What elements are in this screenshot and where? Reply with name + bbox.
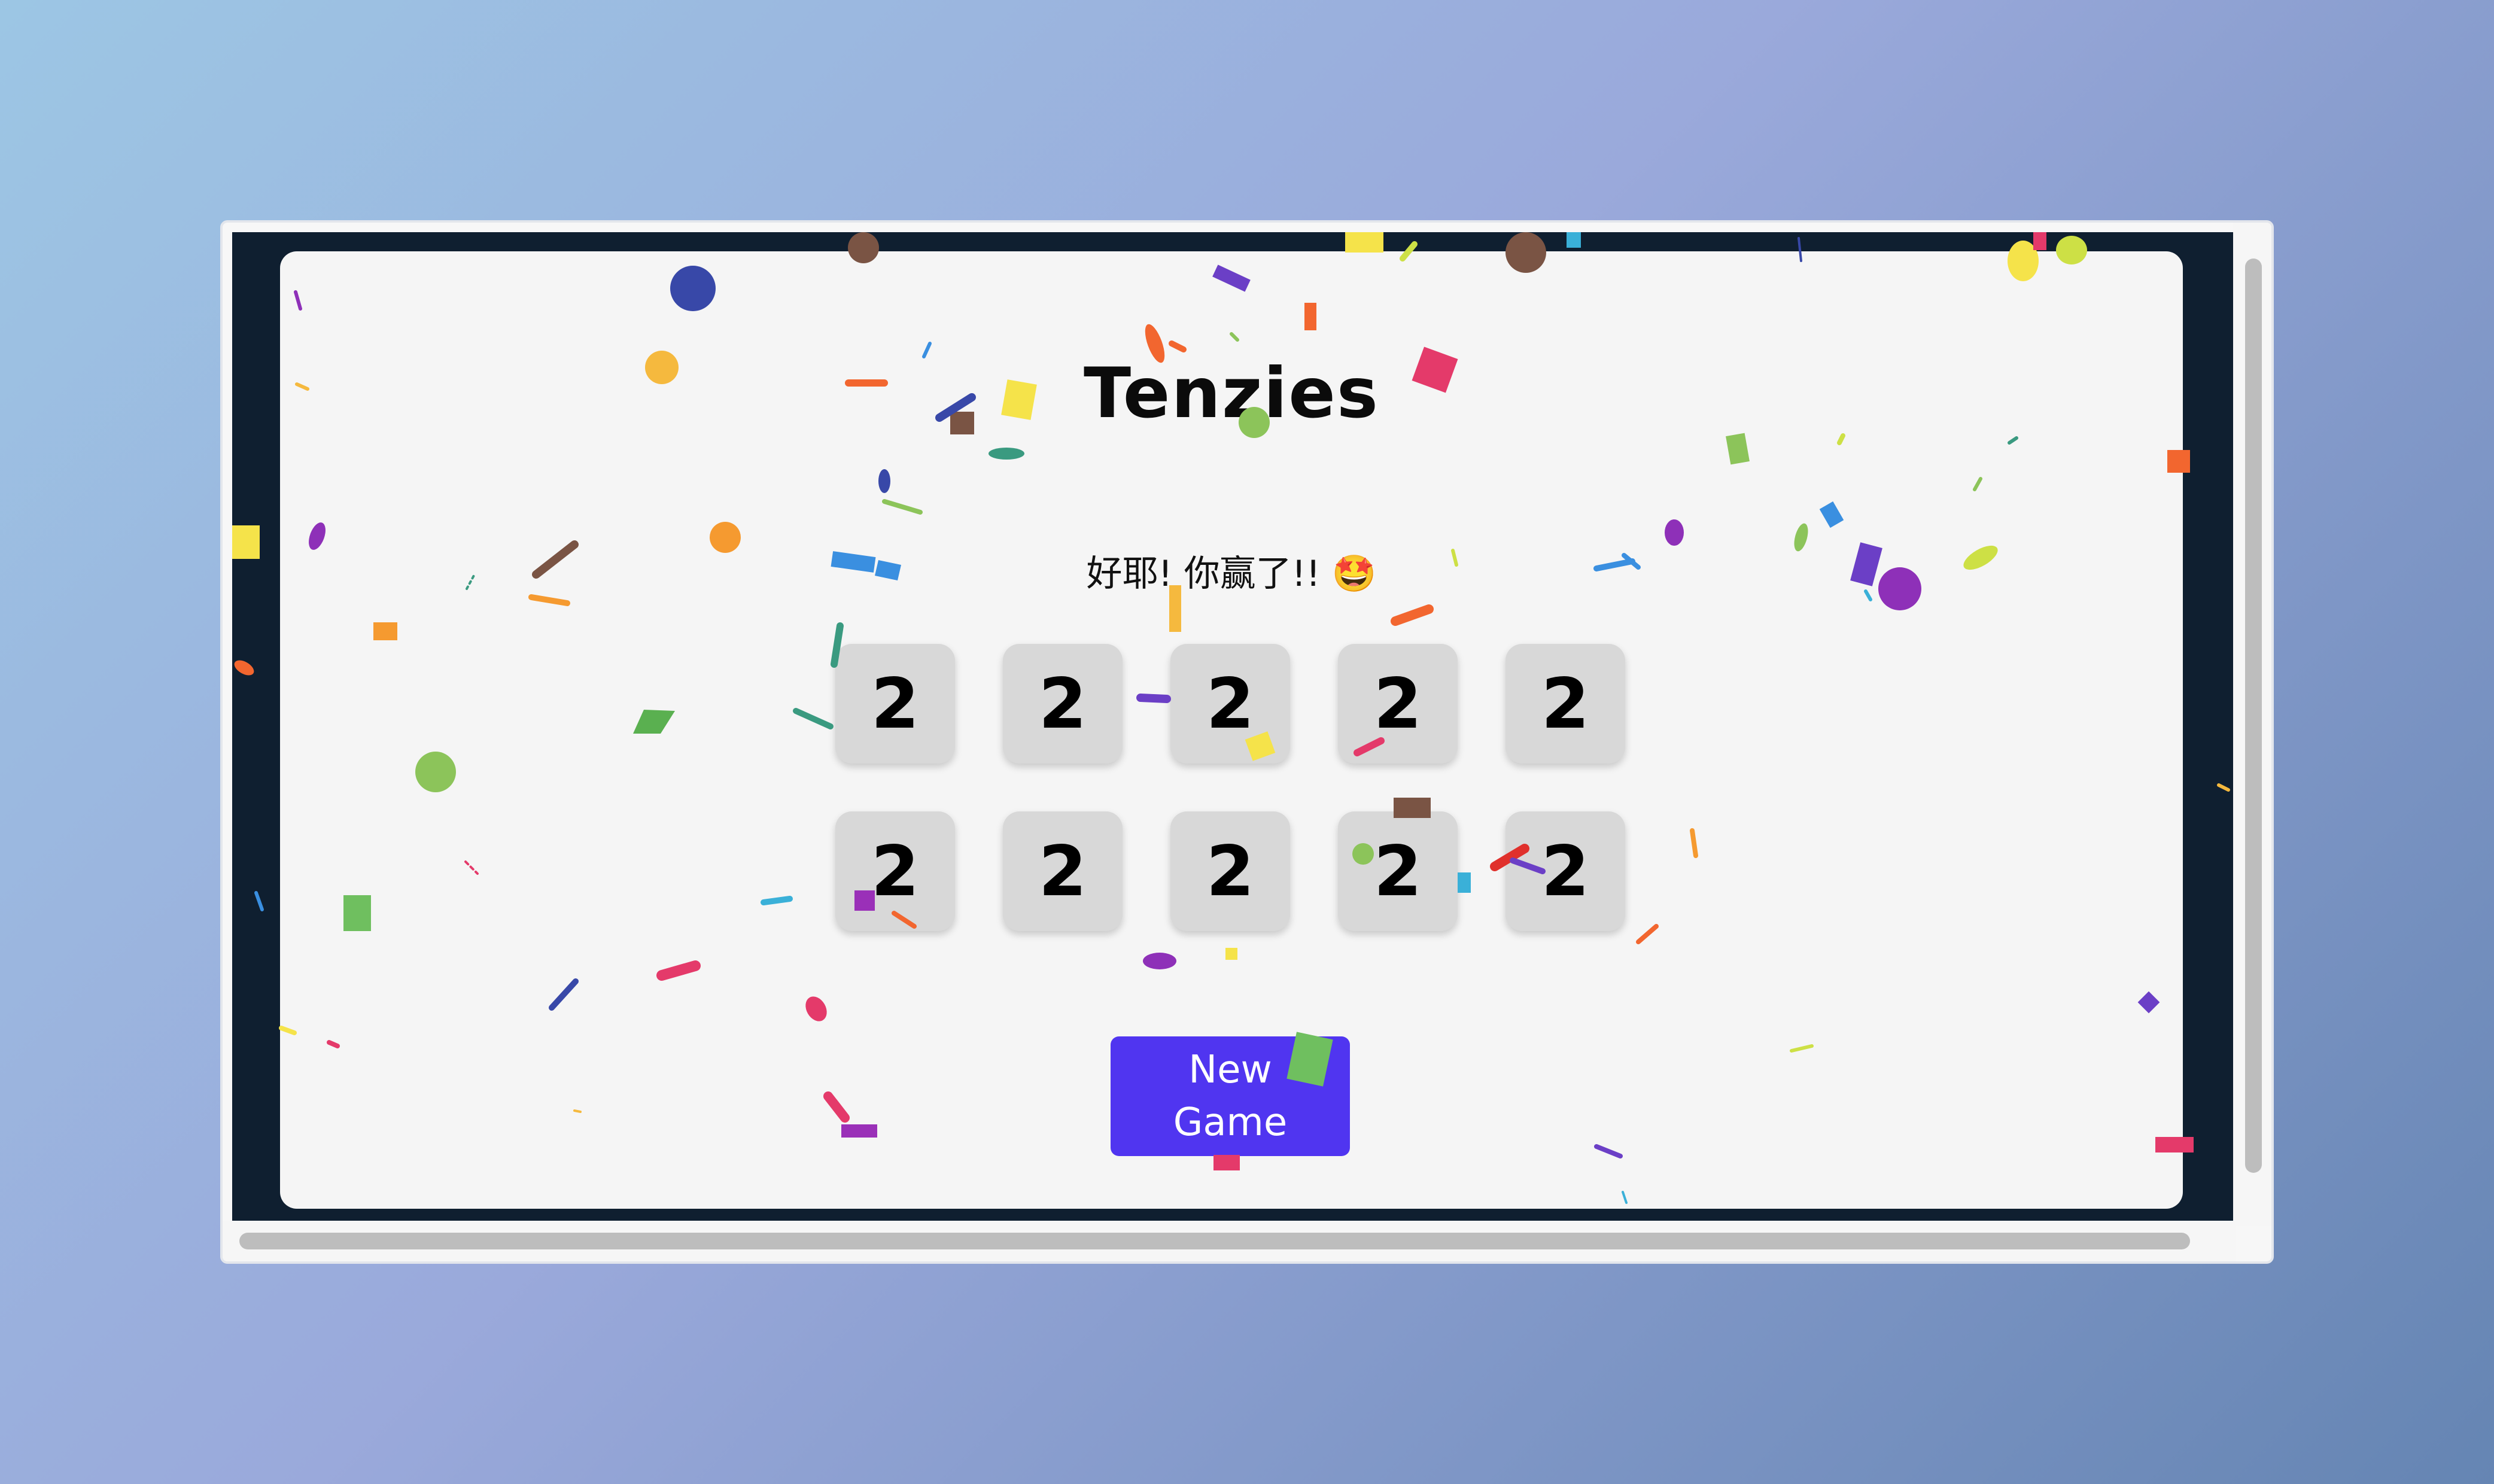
new-game-button[interactable]: New Game (1111, 1036, 1350, 1156)
browser-window: Tenzies 好耶! 你赢了!! 🤩 2 2 2 2 2 2 2 2 2 2 … (220, 220, 2274, 1264)
vertical-scrollbar[interactable] (2233, 223, 2271, 1225)
die[interactable]: 2 (1505, 644, 1625, 764)
horizontal-scrollbar[interactable] (223, 1221, 2236, 1261)
die[interactable]: 2 (1170, 811, 1290, 931)
die[interactable]: 2 (1003, 811, 1123, 931)
die[interactable]: 2 (835, 811, 955, 931)
horizontal-scrollbar-thumb[interactable] (239, 1233, 2190, 1249)
win-message: 好耶! 你赢了!! 🤩 (1086, 553, 1377, 595)
die[interactable]: 2 (1170, 644, 1290, 764)
die[interactable]: 2 (1003, 644, 1123, 764)
confetti-piece (254, 891, 264, 911)
confetti-piece (232, 525, 260, 559)
dice-grid: 2 2 2 2 2 2 2 2 2 2 (835, 644, 1625, 931)
confetti-piece (2033, 232, 2046, 250)
die[interactable]: 2 (835, 644, 955, 764)
confetti-piece (234, 660, 254, 676)
confetti-piece (1345, 232, 1383, 253)
die[interactable]: 2 (1505, 811, 1625, 931)
game-card: Tenzies 好耶! 你赢了!! 🤩 2 2 2 2 2 2 2 2 2 2 … (280, 251, 2183, 1209)
die[interactable]: 2 (1338, 811, 1458, 931)
confetti-piece (1567, 232, 1581, 248)
confetti-piece (2217, 783, 2230, 792)
vertical-scrollbar-thumb[interactable] (2245, 259, 2262, 1173)
page-viewport: Tenzies 好耶! 你赢了!! 🤩 2 2 2 2 2 2 2 2 2 2 … (232, 232, 2233, 1221)
die[interactable]: 2 (1338, 644, 1458, 764)
game-title: Tenzies (1084, 353, 1379, 434)
